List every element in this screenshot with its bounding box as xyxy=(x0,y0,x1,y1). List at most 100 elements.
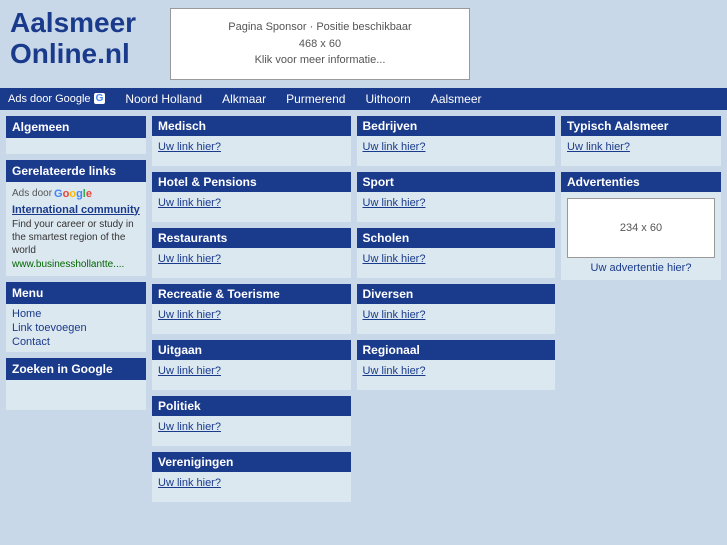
hotel-header: Hotel & Pensions xyxy=(152,172,351,192)
gerelateerde-body: Ads door Google International community … xyxy=(6,182,146,276)
recreatie-body: Uw link hier? xyxy=(152,304,351,334)
site-logo: Aalsmeer Online.nl xyxy=(10,8,140,70)
logo-line2: Online.nl xyxy=(10,39,140,70)
menu-link-toevoegen[interactable]: Link toevoegen xyxy=(12,322,140,334)
menu-link-contact[interactable]: Contact xyxy=(12,336,140,348)
bedrijven-header: Bedrijven xyxy=(357,116,556,136)
sport-body: Uw link hier? xyxy=(357,192,556,222)
typisch-link[interactable]: Uw link hier? xyxy=(567,141,630,153)
regionaal-link[interactable]: Uw link hier? xyxy=(363,365,426,377)
google-logo-small: Google xyxy=(54,188,92,200)
sidebar-zoeken: Zoeken in Google xyxy=(6,358,146,410)
hotel-link[interactable]: Uw link hier? xyxy=(158,197,221,209)
scholen-block: Scholen Uw link hier? xyxy=(357,228,556,278)
scholen-body: Uw link hier? xyxy=(357,248,556,278)
verenigingen-link[interactable]: Uw link hier? xyxy=(158,477,221,489)
typisch-header: Typisch Aalsmeer xyxy=(561,116,721,136)
zoeken-header: Zoeken in Google xyxy=(6,358,146,380)
politiek-link[interactable]: Uw link hier? xyxy=(158,421,221,433)
hotel-block: Hotel & Pensions Uw link hier? xyxy=(152,172,351,222)
regionaal-body: Uw link hier? xyxy=(357,360,556,390)
uw-advertentie: Uw advertentie hier? xyxy=(567,262,715,274)
scholen-link[interactable]: Uw link hier? xyxy=(363,253,426,265)
restaurants-link[interactable]: Uw link hier? xyxy=(158,253,221,265)
restaurants-block: Restaurants Uw link hier? xyxy=(152,228,351,278)
sidebar-ad-link[interactable]: International community xyxy=(12,204,140,216)
bedrijven-block: Bedrijven Uw link hier? xyxy=(357,116,556,166)
politiek-header: Politiek xyxy=(152,396,351,416)
medisch-block: Medisch Uw link hier? xyxy=(152,116,351,166)
menu-link-home[interactable]: Home xyxy=(12,308,140,320)
uitgaan-body: Uw link hier? xyxy=(152,360,351,390)
algemeen-header: Algemeen xyxy=(6,116,146,138)
sponsor-line1: Pagina Sponsor · Positie beschikbaar xyxy=(176,19,464,36)
diversen-link[interactable]: Uw link hier? xyxy=(363,309,426,321)
bedrijven-body: Uw link hier? xyxy=(357,136,556,166)
advertenties-section: Advertenties 234 x 60 Uw advertentie hie… xyxy=(561,172,721,280)
nav-link-alkmaar[interactable]: Alkmaar xyxy=(222,92,266,106)
hotel-body: Uw link hier? xyxy=(152,192,351,222)
sport-block: Sport Uw link hier? xyxy=(357,172,556,222)
main: Algemeen Gerelateerde links Ads door Goo… xyxy=(0,110,727,508)
sponsor-line2: 468 x 60 xyxy=(176,36,464,53)
recreatie-link[interactable]: Uw link hier? xyxy=(158,309,221,321)
nav-link-noord-holland[interactable]: Noord Holland xyxy=(125,92,202,106)
medisch-body: Uw link hier? xyxy=(152,136,351,166)
recreatie-block: Recreatie & Toerisme Uw link hier? xyxy=(152,284,351,334)
ads-google-nav-label: Ads door Google xyxy=(8,93,91,105)
header: Aalsmeer Online.nl Pagina Sponsor · Posi… xyxy=(0,0,727,88)
ads-google-small: Ads door Google xyxy=(12,188,140,200)
diversen-header: Diversen xyxy=(357,284,556,304)
medisch-header: Medisch xyxy=(152,116,351,136)
sidebar: Algemeen Gerelateerde links Ads door Goo… xyxy=(6,116,146,502)
typisch-block: Typisch Aalsmeer Uw link hier? xyxy=(561,116,721,166)
uitgaan-header: Uitgaan xyxy=(152,340,351,360)
sport-link[interactable]: Uw link hier? xyxy=(363,197,426,209)
politiek-block: Politiek Uw link hier? xyxy=(152,396,351,446)
ads-google-nav: Ads door Google G xyxy=(8,93,105,105)
sidebar-algemeen: Algemeen xyxy=(6,116,146,154)
bedrijven-link[interactable]: Uw link hier? xyxy=(363,141,426,153)
navbar-links: Noord Holland Alkmaar Purmerend Uithoorn… xyxy=(125,92,481,106)
ad-box-234: 234 x 60 xyxy=(567,198,715,258)
verenigingen-header: Verenigingen xyxy=(152,452,351,472)
cat-row-5: Uitgaan Uw link hier? Regionaal Uw link … xyxy=(152,340,555,390)
scholen-header: Scholen xyxy=(357,228,556,248)
content: Medisch Uw link hier? Bedrijven Uw link … xyxy=(152,116,555,502)
politiek-body: Uw link hier? xyxy=(152,416,351,446)
restaurants-header: Restaurants xyxy=(152,228,351,248)
regionaal-block: Regionaal Uw link hier? xyxy=(357,340,556,390)
advertenties-body: 234 x 60 Uw advertentie hier? xyxy=(561,192,721,280)
recreatie-header: Recreatie & Toerisme xyxy=(152,284,351,304)
nav-link-aalsmeer[interactable]: Aalsmeer xyxy=(431,92,482,106)
ads-by-label: Ads door xyxy=(12,188,52,199)
sidebar-menu: Menu Home Link toevoegen Contact xyxy=(6,282,146,352)
regionaal-header: Regionaal xyxy=(357,340,556,360)
google-icon: G xyxy=(94,93,106,104)
diversen-block: Diversen Uw link hier? xyxy=(357,284,556,334)
sidebar-ad-text: Find your career or study in the smartes… xyxy=(12,218,140,257)
menu-links: Home Link toevoegen Contact xyxy=(6,304,146,352)
sponsor-line3: Klik voor meer informatie... xyxy=(176,52,464,69)
right-col: Typisch Aalsmeer Uw link hier? Advertent… xyxy=(561,116,721,502)
nav-link-uithoorn[interactable]: Uithoorn xyxy=(365,92,410,106)
diversen-body: Uw link hier? xyxy=(357,304,556,334)
sidebar-gerelateerde: Gerelateerde links Ads door Google Inter… xyxy=(6,160,146,276)
cat-row-6: Politiek Uw link hier? xyxy=(152,396,555,446)
cat-row-4: Recreatie & Toerisme Uw link hier? Diver… xyxy=(152,284,555,334)
uitgaan-link[interactable]: Uw link hier? xyxy=(158,365,221,377)
verenigingen-block: Verenigingen Uw link hier? xyxy=(152,452,351,502)
verenigingen-body: Uw link hier? xyxy=(152,472,351,502)
uitgaan-block: Uitgaan Uw link hier? xyxy=(152,340,351,390)
medisch-link[interactable]: Uw link hier? xyxy=(158,141,221,153)
cat-row-2: Hotel & Pensions Uw link hier? Sport Uw … xyxy=(152,172,555,222)
cat-row-1: Medisch Uw link hier? Bedrijven Uw link … xyxy=(152,116,555,166)
typisch-body: Uw link hier? xyxy=(561,136,721,166)
menu-header: Menu xyxy=(6,282,146,304)
restaurants-body: Uw link hier? xyxy=(152,248,351,278)
logo-line1: Aalsmeer xyxy=(10,8,140,39)
sponsor-box[interactable]: Pagina Sponsor · Positie beschikbaar 468… xyxy=(170,8,470,80)
navbar: Ads door Google G Noord Holland Alkmaar … xyxy=(0,88,727,110)
nav-link-purmerend[interactable]: Purmerend xyxy=(286,92,345,106)
sidebar-ad-url: www.businesshollantte.... xyxy=(12,259,140,270)
